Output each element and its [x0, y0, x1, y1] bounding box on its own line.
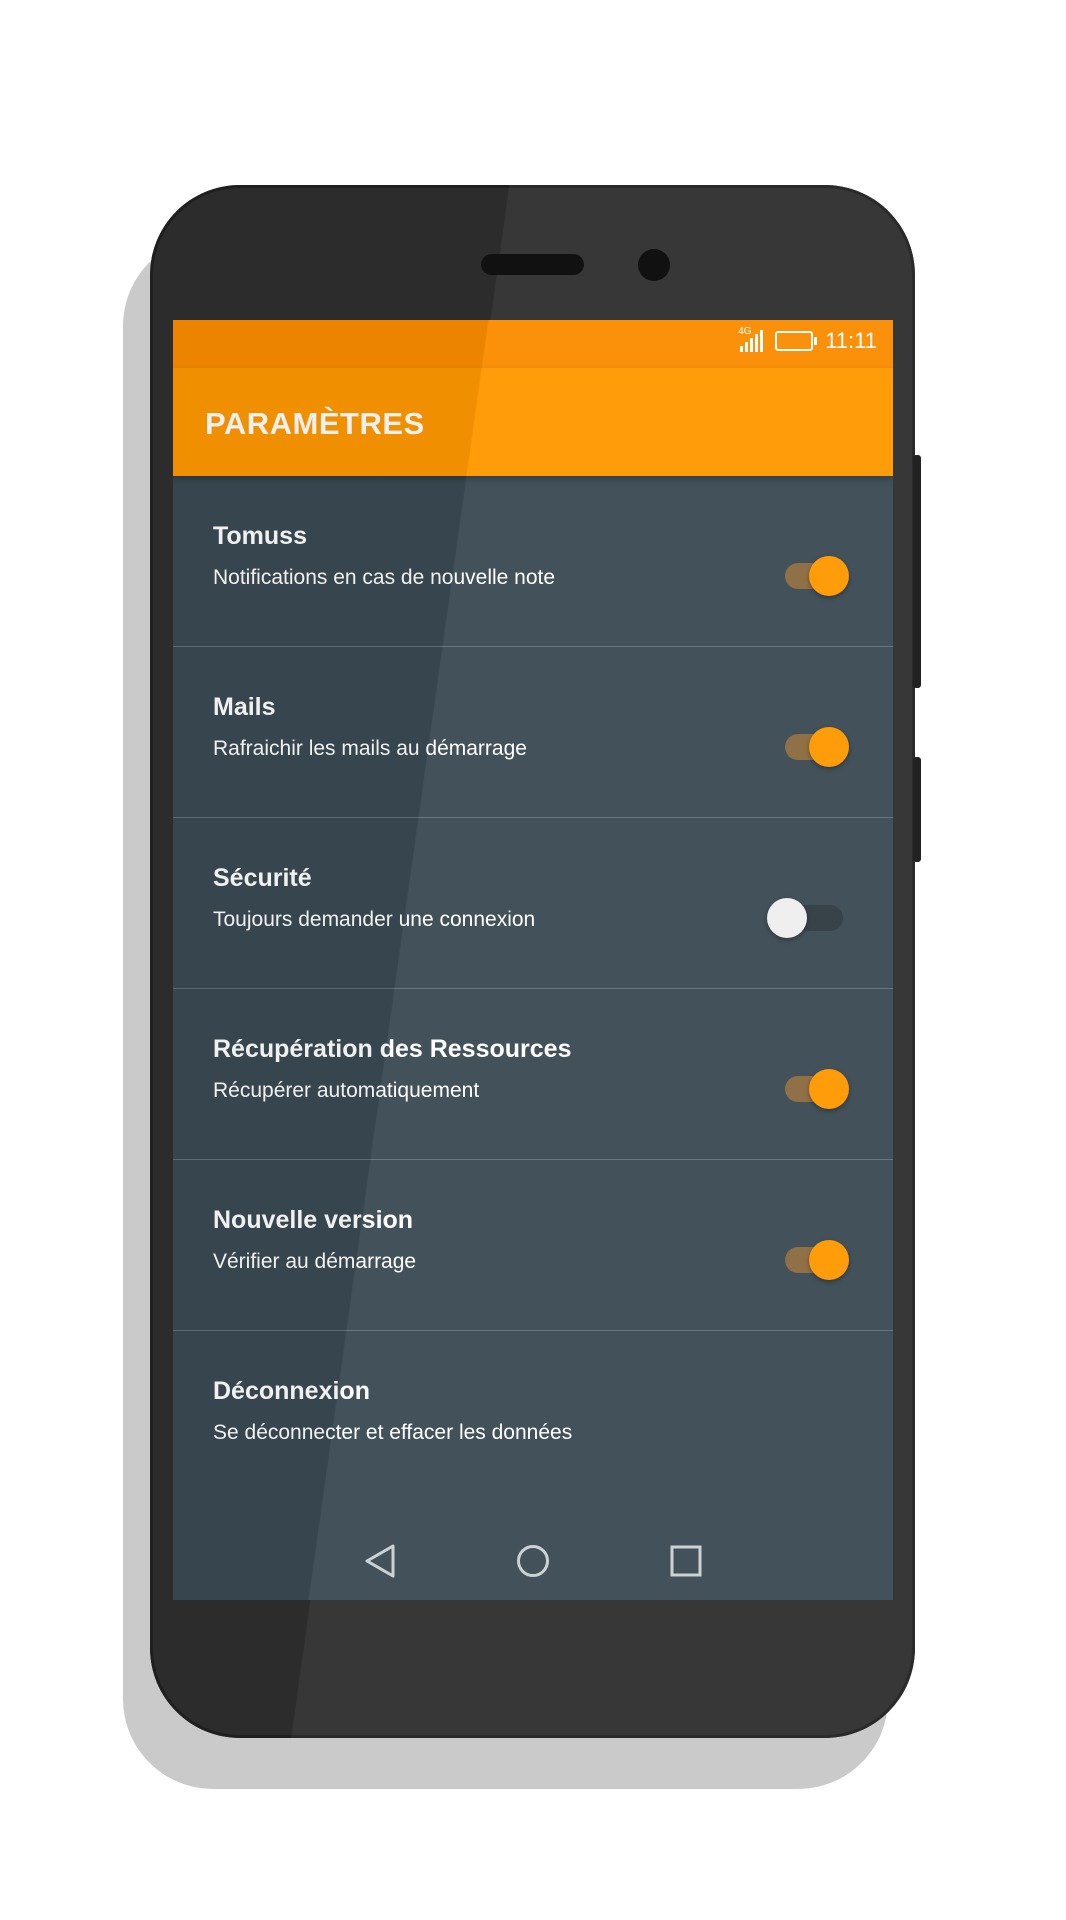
tomuss-toggle[interactable] — [781, 556, 849, 596]
setting-mails[interactable]: Mails Rafraichir les mails au démarrage — [173, 647, 893, 818]
status-bar: 4G 11:11 — [173, 320, 893, 368]
securite-toggle[interactable] — [767, 898, 847, 938]
setting-nouvelle-version[interactable]: Nouvelle version Vérifier au démarrage — [173, 1160, 893, 1331]
setting-ressources[interactable]: Récupération des Ressources Récupérer au… — [173, 989, 893, 1160]
mails-toggle[interactable] — [781, 727, 849, 767]
recents-icon[interactable] — [669, 1544, 703, 1583]
page-title: PARAMÈTRES — [205, 406, 425, 441]
setting-title: Récupération des Ressources — [213, 1035, 572, 1063]
back-icon[interactable] — [363, 1543, 397, 1584]
setting-subtitle: Récupérer automatiquement — [213, 1079, 480, 1102]
front-camera — [638, 249, 670, 281]
setting-subtitle: Toujours demander une connexion — [213, 908, 536, 931]
nouvelle-version-toggle[interactable] — [781, 1240, 849, 1280]
setting-tomuss[interactable]: Tomuss Notifications en cas de nouvelle … — [173, 476, 893, 647]
setting-title: Tomuss — [213, 522, 307, 550]
app-bar: PARAMÈTRES — [173, 368, 893, 476]
side-button-upper — [913, 455, 921, 688]
settings-list: Tomuss Notifications en cas de nouvelle … — [173, 476, 893, 1501]
setting-title: Mails — [213, 693, 276, 721]
setting-title: Nouvelle version — [213, 1206, 414, 1234]
setting-title: Sécurité — [213, 864, 312, 892]
battery-icon — [775, 331, 818, 351]
status-time: 11:11 — [825, 328, 877, 353]
setting-subtitle: Vérifier au démarrage — [213, 1250, 417, 1273]
setting-securite[interactable]: Sécurité Toujours demander une connexion — [173, 818, 893, 989]
setting-deconnexion[interactable]: Déconnexion Se déconnecter et effacer le… — [173, 1331, 893, 1501]
home-icon[interactable] — [515, 1543, 551, 1584]
screen: 4G 11:11 PARAMÈTRES Tomuss Notifications… — [173, 320, 893, 1600]
network-type: 4G — [738, 326, 752, 337]
ressources-toggle[interactable] — [781, 1069, 849, 1109]
status-indicators: 4G 11:11 — [738, 326, 877, 354]
setting-subtitle: Notifications en cas de nouvelle note — [213, 566, 556, 589]
setting-title: Déconnexion — [213, 1377, 370, 1405]
side-button-lower — [913, 757, 921, 862]
setting-subtitle: Rafraichir les mails au démarrage — [213, 737, 527, 760]
setting-subtitle: Se déconnecter et effacer les données — [213, 1421, 573, 1444]
earpiece-speaker — [481, 254, 584, 275]
navigation-bar — [173, 1526, 893, 1600]
signal-icon: 4G — [738, 326, 764, 352]
